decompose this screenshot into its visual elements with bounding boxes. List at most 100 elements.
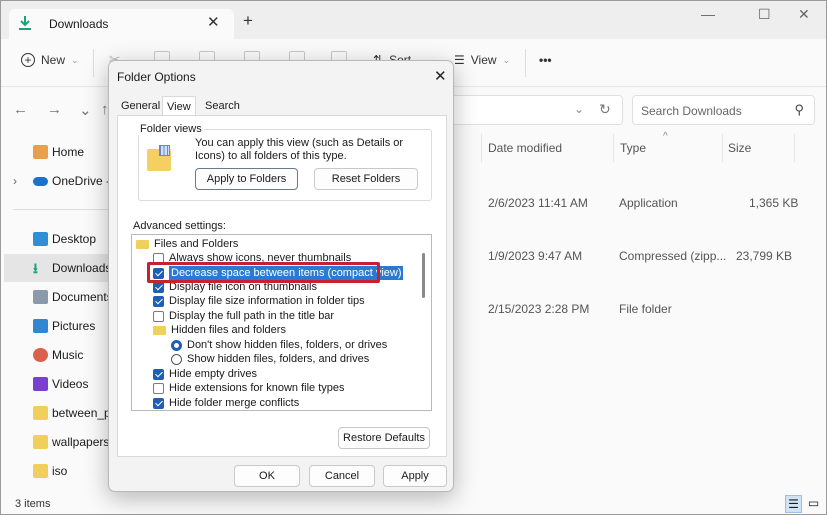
sidebar-item-videos[interactable]: Videos — [1, 370, 109, 398]
setting-full-path-title[interactable]: Display the full path in the title bar — [153, 309, 334, 323]
column-header-size[interactable]: Size — [728, 141, 751, 155]
folder-view-icon — [147, 145, 171, 171]
size-cell: 23,799 KB — [736, 249, 793, 263]
folder-icon — [33, 464, 48, 478]
document-icon — [33, 290, 48, 304]
details-view-button[interactable]: ☰ — [785, 495, 802, 513]
sidebar-item-documents[interactable]: Documents — [1, 283, 113, 311]
advanced-settings-list[interactable]: Files and Folders Always show icons, nev… — [131, 234, 432, 411]
plus-circle-icon: + — [21, 53, 35, 67]
sidebar-item-label: Music — [52, 348, 84, 362]
close-window-button[interactable]: ✕ — [798, 6, 810, 23]
setting-hide-extensions[interactable]: Hide extensions for known file types — [153, 381, 344, 395]
type-cell: Application — [619, 196, 678, 210]
column-divider[interactable] — [794, 134, 795, 162]
folder-icon — [136, 239, 149, 249]
apply-button[interactable]: Apply — [383, 465, 447, 487]
search-input[interactable]: Search Downloads ⚲ — [632, 95, 815, 125]
checkbox[interactable] — [153, 281, 164, 293]
more-options-button[interactable]: ••• — [539, 53, 552, 67]
sidebar-item-downloads[interactable]: ⭳ Downloads — [4, 254, 111, 282]
sidebar-item-onedrive[interactable]: › OneDrive - P — [1, 167, 121, 195]
setting-dont-show-hidden[interactable]: Don't show hidden files, folders, or dri… — [171, 338, 387, 352]
dialog-close-button[interactable]: ✕ — [434, 67, 447, 85]
chevron-right-icon[interactable]: › — [13, 174, 17, 188]
radio-button[interactable] — [171, 353, 182, 365]
setting-label: Display the full path in the title bar — [169, 310, 335, 322]
tab-close-icon[interactable]: ✕ — [207, 13, 220, 31]
sidebar-item-label: iso — [52, 464, 68, 478]
recent-locations-button[interactable]: ⌄ — [79, 101, 92, 119]
cancel-button[interactable]: Cancel — [309, 465, 375, 487]
grid-icon — [159, 145, 170, 156]
chevron-down-icon: ⌄ — [502, 54, 511, 65]
type-cell: Compressed (zipp... — [619, 249, 727, 263]
forward-button[interactable]: → — [47, 101, 62, 118]
setting-hide-merge-conflicts[interactable]: Hide folder merge conflicts — [153, 396, 299, 410]
restore-defaults-button[interactable]: Restore Defaults — [338, 427, 430, 449]
setting-file-size-tips[interactable]: Display file size information in folder … — [153, 294, 365, 308]
address-input[interactable]: ⌄ ↻ — [441, 95, 623, 125]
checkbox[interactable] — [153, 382, 164, 394]
reset-folders-button[interactable]: Reset Folders — [314, 168, 418, 190]
folder-icon — [33, 435, 48, 449]
checkbox[interactable] — [153, 397, 164, 409]
new-label: New — [41, 53, 66, 67]
view-label: View — [470, 53, 497, 67]
setting-label: Don't show hidden files, folders, or dri… — [187, 339, 388, 351]
status-item-count: 3 items — [15, 498, 51, 510]
checkbox[interactable] — [153, 295, 164, 307]
tiles-view-icon: ▭ — [807, 496, 820, 510]
sidebar-item-wallpapers[interactable]: wallpapers — [1, 428, 109, 456]
setting-label: Hide extensions for known file types — [169, 382, 345, 394]
sidebar-item-home[interactable]: Home — [1, 138, 109, 166]
desktop-icon — [33, 232, 48, 246]
sidebar-item-pictures[interactable]: Pictures — [1, 312, 109, 340]
ok-button[interactable]: OK — [234, 465, 300, 487]
chevron-down-icon[interactable]: ⌄ — [574, 102, 584, 116]
settings-scrollbar[interactable] — [422, 253, 425, 298]
minimize-button[interactable]: — — [701, 6, 715, 22]
sidebar-item-label: Pictures — [52, 319, 96, 333]
column-divider[interactable] — [481, 134, 482, 162]
column-header-date[interactable]: Date modified — [488, 141, 562, 155]
view-icon: ☰ — [454, 53, 465, 67]
setting-label: Hidden files and folders — [171, 324, 286, 336]
setting-label: Hide empty drives — [169, 368, 258, 380]
column-header-type[interactable]: Type — [620, 141, 646, 155]
folder-views-label: Folder views — [138, 123, 204, 135]
sidebar-item-label: Desktop — [52, 232, 97, 246]
tab-downloads[interactable]: Downloads ✕ — [9, 9, 234, 39]
highlight-annotation — [147, 262, 380, 283]
radio-button[interactable] — [171, 339, 182, 351]
tab-general[interactable]: General — [117, 100, 164, 112]
checkbox[interactable] — [153, 310, 164, 322]
sidebar-item-iso[interactable]: iso — [1, 457, 109, 485]
new-button[interactable]: + New ⌄ — [21, 53, 79, 67]
sidebar-item-between-pc[interactable]: between_pc — [1, 399, 117, 427]
setting-label: Files and Folders — [154, 238, 239, 250]
search-placeholder: Search Downloads — [641, 104, 742, 118]
details-view-icon: ☰ — [788, 497, 799, 511]
new-tab-button[interactable]: + — [243, 11, 253, 31]
sidebar-item-music[interactable]: Music — [1, 341, 109, 369]
sidebar-item-desktop[interactable]: Desktop — [1, 225, 109, 253]
checkbox[interactable] — [153, 368, 164, 380]
tiles-view-button[interactable]: ▭ — [805, 495, 822, 513]
sidebar-item-label: Documents — [52, 290, 113, 304]
view-button[interactable]: ☰ View ⌄ — [454, 53, 510, 67]
refresh-icon[interactable]: ↻ — [599, 101, 611, 118]
tab-search[interactable]: Search — [201, 100, 244, 112]
column-divider[interactable] — [722, 134, 723, 162]
apply-to-folders-button[interactable]: Apply to Folders — [195, 168, 298, 190]
folder-icon — [153, 325, 166, 335]
tab-view[interactable]: View — [162, 96, 196, 116]
setting-show-hidden[interactable]: Show hidden files, folders, and drives — [171, 352, 369, 366]
back-button[interactable]: ← — [13, 101, 28, 118]
setting-label: Display file size information in folder … — [169, 295, 365, 307]
sidebar-item-label: wallpapers — [52, 435, 110, 449]
setting-hide-empty-drives[interactable]: Hide empty drives — [153, 367, 257, 381]
maximize-button[interactable]: ☐ — [758, 6, 771, 23]
advanced-settings-label: Advanced settings: — [133, 220, 226, 232]
column-divider[interactable] — [613, 134, 614, 162]
